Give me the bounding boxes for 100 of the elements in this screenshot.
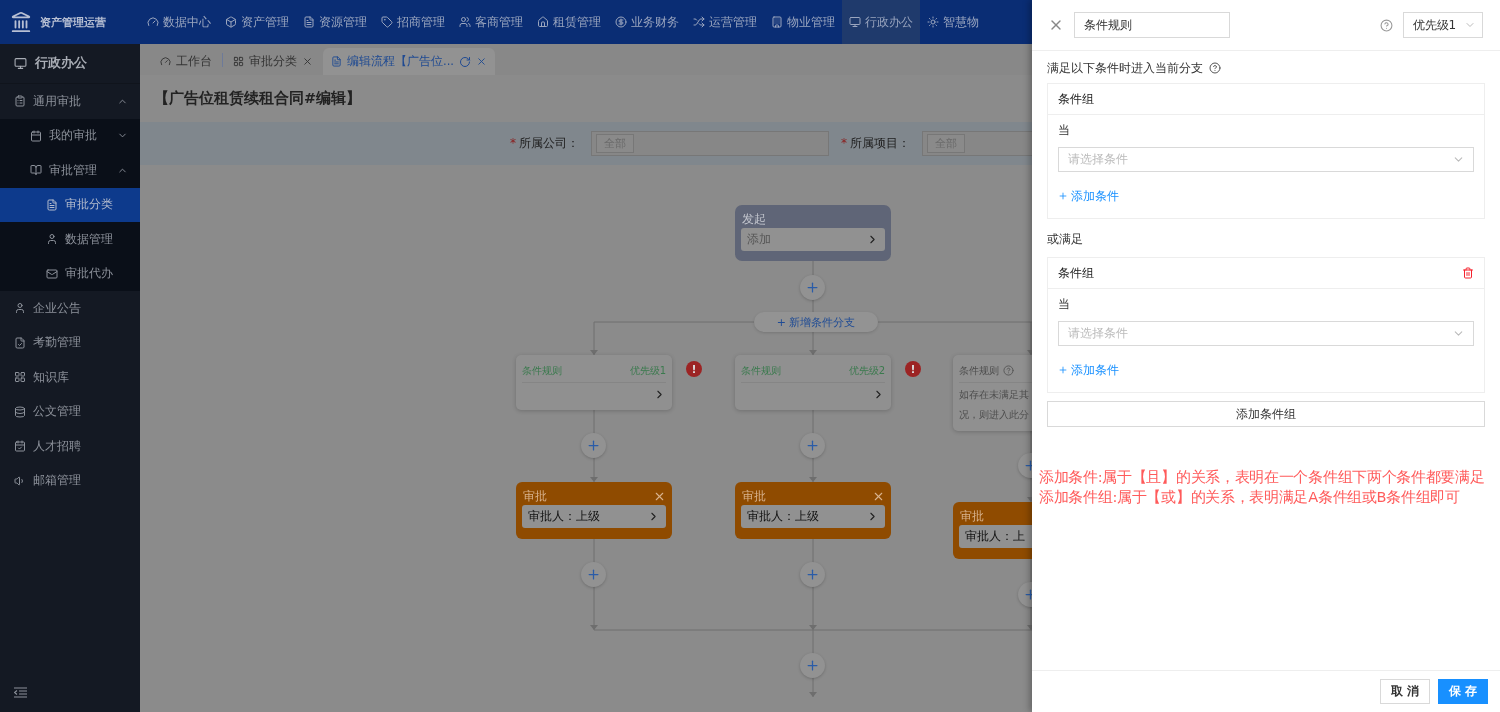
gauge-icon (147, 16, 159, 28)
close-icon[interactable] (302, 56, 313, 67)
add-group-button[interactable]: 添加条件组 (1047, 401, 1485, 427)
add-node-button[interactable] (581, 562, 606, 587)
speaker-icon (14, 474, 26, 487)
help-icon (1379, 18, 1393, 32)
top-nav-item[interactable]: 招商管理 (374, 0, 452, 44)
sidebar-item[interactable]: 企业公告 (0, 291, 140, 326)
document-icon (14, 336, 26, 349)
clipboard-icon (14, 95, 26, 108)
top-nav-item[interactable]: 资源管理 (296, 0, 374, 44)
approval-node[interactable]: 审批 审批人：上 (953, 502, 1032, 559)
add-node-button[interactable] (581, 433, 606, 458)
add-node-button[interactable] (800, 275, 825, 300)
bank-building-icon (10, 11, 32, 33)
sidebar-item[interactable]: 我的审批 (0, 118, 140, 153)
top-nav-item[interactable]: 物业管理 (764, 0, 842, 44)
note-text: 添加条件:属于【且】的关系，表明在一个条件组下两个条件都要满足 (1039, 468, 1485, 487)
approver-row[interactable]: 审批人：上 (959, 525, 1032, 548)
refresh-icon[interactable] (458, 55, 471, 68)
book-icon (30, 164, 42, 177)
sidebar-item[interactable]: 审批分类 (0, 187, 140, 222)
connector-arrow (590, 321, 598, 356)
delete-icon[interactable] (1461, 267, 1474, 279)
sun-icon (927, 16, 939, 28)
plus-icon (586, 438, 601, 453)
add-branch-button[interactable]: + 新增条件分支 (754, 312, 878, 332)
when-label: 当 (1058, 123, 1071, 139)
monitor-icon (849, 16, 861, 28)
database-icon (14, 405, 26, 418)
tab[interactable]: 审批分类 (225, 48, 321, 75)
user-icon (46, 233, 58, 246)
plus-icon (805, 438, 820, 453)
building-icon (771, 16, 783, 28)
filter-label: * 所属项目： (841, 135, 910, 152)
top-nav-item[interactable]: 数据中心 (140, 0, 218, 44)
top-nav-item[interactable]: 资产管理 (218, 0, 296, 44)
sidebar-item[interactable]: 审批管理 (0, 153, 140, 188)
add-node-button[interactable] (800, 653, 825, 678)
add-condition-link[interactable]: 添加条件 (1058, 178, 1119, 214)
node-title: 审批 (741, 488, 766, 505)
sidebar-item[interactable]: 审批代办 (0, 256, 140, 291)
house-icon (537, 16, 549, 28)
top-nav-item[interactable]: 客商管理 (452, 0, 530, 44)
add-condition-link[interactable]: 添加条件 (1058, 352, 1119, 388)
users-icon (459, 16, 471, 28)
plus-icon (586, 567, 601, 582)
top-nav-item[interactable]: 运营管理 (686, 0, 764, 44)
cancel-button[interactable]: 取 消 (1379, 679, 1430, 704)
sidebar-item[interactable]: 数据管理 (0, 222, 140, 257)
document-icon (46, 198, 58, 211)
top-nav-item[interactable]: 智慧物 (920, 0, 986, 44)
condition-title: 条件规则 (741, 363, 781, 378)
node-title: 审批 (522, 488, 547, 505)
calendar-icon (30, 129, 42, 142)
top-nav-item[interactable]: 业务财务 (608, 0, 686, 44)
node-title: 发起 (741, 211, 767, 228)
sidebar-item[interactable]: 人才招聘 (0, 429, 140, 464)
plus-icon (805, 658, 820, 673)
approver-row[interactable]: 审批人：上级 (741, 505, 885, 528)
help-icon (1209, 62, 1221, 74)
top-nav-item[interactable]: 租赁管理 (530, 0, 608, 44)
approver-row[interactable]: 审批人：上级 (522, 505, 666, 528)
monitor-icon (14, 57, 27, 70)
group-title: 条件组 (1058, 91, 1094, 107)
approval-node[interactable]: 审批 审批人：上级 (516, 482, 672, 539)
document-icon (331, 56, 342, 67)
connector-arrow (1027, 321, 1032, 356)
user-icon (14, 302, 26, 315)
help-icon (1003, 365, 1014, 376)
sidebar-item[interactable]: 考勤管理 (0, 325, 140, 360)
plus-icon (805, 567, 820, 582)
plus-icon (805, 280, 820, 295)
sidebar-item[interactable]: 邮箱管理 (0, 463, 140, 498)
priority-select[interactable]: 优先级1 (1402, 12, 1483, 38)
filter-label: * 所属公司： (510, 135, 579, 152)
sidebar-item[interactable]: 通用审批 (0, 84, 140, 119)
tag-icon (381, 16, 393, 28)
coin-icon (615, 16, 627, 28)
sidebar-item[interactable]: 知识库 (0, 360, 140, 395)
note-text: 添加条件组:属于【或】的关系，表明满足A条件组或B条件组即可 (1039, 488, 1461, 507)
page-title: 【广告位租赁续租合同#编辑】 (154, 89, 362, 108)
app-title: 资产管理运营 (40, 14, 106, 30)
error-badge: ! (686, 361, 702, 377)
grid-icon (233, 56, 244, 67)
save-button[interactable]: 保 存 (1437, 679, 1488, 704)
close-icon[interactable] (475, 56, 487, 67)
error-badge: ! (905, 361, 921, 377)
plus-icon (1058, 365, 1068, 375)
approval-node[interactable]: 审批 审批人：上级 (735, 482, 891, 539)
add-node-button[interactable] (800, 433, 825, 458)
tab[interactable]: 工作台 (152, 48, 220, 75)
top-nav-item[interactable]: 行政办公 (842, 0, 920, 44)
tab[interactable]: 编辑流程【广告位... (323, 48, 495, 75)
collapse-menu-icon[interactable] (14, 686, 27, 698)
calendar-check-icon (14, 440, 26, 453)
rule-name-input[interactable]: 条件规则 (1074, 12, 1230, 38)
add-node-button[interactable] (800, 562, 825, 587)
sidebar-item[interactable]: 公文管理 (0, 394, 140, 429)
gauge-icon (160, 56, 171, 67)
